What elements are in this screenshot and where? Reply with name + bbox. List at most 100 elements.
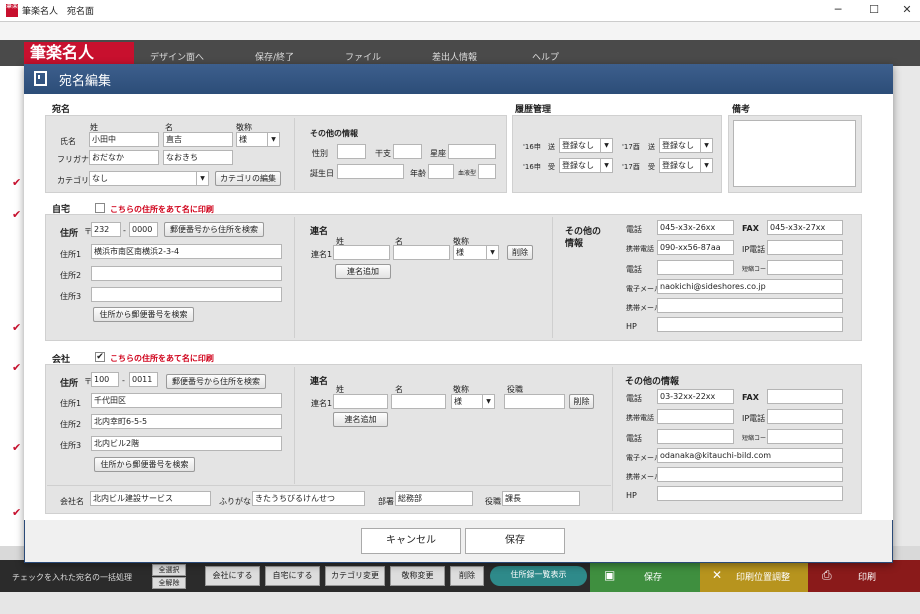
row-check-icon[interactable]: ✔ <box>12 506 21 519</box>
home-addr3-input[interactable] <box>91 287 282 302</box>
home-zip1-input[interactable]: 232 <box>91 222 121 237</box>
to-home-button[interactable]: 自宅にする <box>265 566 320 586</box>
company-tel2-input[interactable] <box>657 429 734 444</box>
company-furi-input[interactable]: きたうちびるけんせつ <box>252 491 365 506</box>
home-hp-label: HP <box>626 322 637 331</box>
home-tel2-input[interactable] <box>657 260 734 275</box>
minimize-button[interactable]: ─ <box>828 3 848 16</box>
row-check-icon[interactable]: ✔ <box>12 361 21 374</box>
menu-sender[interactable]: 差出人情報 <box>432 50 477 63</box>
company-ip-input[interactable] <box>767 409 843 424</box>
home-addr-search-button[interactable]: 住所から郵便番号を検索 <box>93 307 194 322</box>
furi-mei-input[interactable]: なおきち <box>163 150 233 165</box>
company-renmei-delete-button[interactable]: 削除 <box>569 394 594 409</box>
company-zip1-input[interactable]: 100 <box>91 372 119 387</box>
furi-sei-input[interactable]: おだなか <box>89 150 159 165</box>
row-check-icon[interactable]: ✔ <box>12 441 21 454</box>
row-check-icon[interactable]: ✔ <box>12 208 21 221</box>
save-main-button[interactable]: ▣ 保存 <box>590 560 700 592</box>
save-button[interactable]: 保存 <box>465 528 565 554</box>
home-print-checkbox[interactable] <box>95 203 105 213</box>
company-addr1-input[interactable]: 千代田区 <box>91 393 282 408</box>
home-mmail-input[interactable] <box>657 298 843 313</box>
company-renmei-yaku-input[interactable] <box>504 394 565 409</box>
menu-design[interactable]: デザイン面へ <box>150 50 204 63</box>
home-renmei-mei-input[interactable] <box>393 245 450 260</box>
home-mobile-input[interactable]: 090-xx56-87aa <box>657 240 734 255</box>
home-renmei-add-button[interactable]: 連名追加 <box>335 264 391 279</box>
category-edit-button[interactable]: カテゴリの編集 <box>215 171 281 186</box>
company-dept-input[interactable]: 総務部 <box>395 491 473 506</box>
category-change-button[interactable]: カテゴリ変更 <box>325 566 385 586</box>
eto-input[interactable] <box>393 144 422 159</box>
company-mmail-input[interactable] <box>657 467 843 482</box>
company-tel-input[interactable]: 03-32xx-22xx <box>657 389 734 404</box>
menu-save-exit[interactable]: 保存/終了 <box>255 50 294 63</box>
select-all-button[interactable]: 全選択 <box>152 564 186 576</box>
menu-file[interactable]: ファイル <box>345 50 381 63</box>
to-company-button[interactable]: 会社にする <box>205 566 260 586</box>
print-position-button[interactable]: ✕ 印刷位置調整 <box>700 560 808 592</box>
list-view-button[interactable]: 住所録一覧表示 <box>490 566 587 586</box>
seiza-input[interactable] <box>448 144 496 159</box>
age-input[interactable] <box>428 164 454 179</box>
home-fax-input[interactable]: 045-x3x-27xx <box>767 220 843 235</box>
company-title-input[interactable]: 課長 <box>502 491 580 506</box>
history-select[interactable]: 登録なし ▼ <box>659 138 713 153</box>
company-zip2-input[interactable]: 0011 <box>129 372 158 387</box>
company-renmei-add-button[interactable]: 連名追加 <box>333 412 388 427</box>
home-email-input[interactable]: naokichi@sideshores.co.jp <box>657 279 843 294</box>
home-tel-input[interactable]: 045-x3x-26xx <box>657 220 734 235</box>
company-renmei-keisho-select[interactable]: 様 ▼ <box>451 394 495 409</box>
maximize-button[interactable]: ☐ <box>864 3 884 16</box>
keisho-select[interactable]: 様 ▼ <box>236 132 280 147</box>
cancel-button[interactable]: キャンセル <box>361 528 461 554</box>
gender-input[interactable] <box>337 144 366 159</box>
history-select[interactable]: 登録なし ▼ <box>659 158 713 173</box>
deselect-all-button[interactable]: 全解除 <box>152 577 186 589</box>
company-zip-search-button[interactable]: 郵便番号から住所を検索 <box>166 374 266 389</box>
row-check-icon[interactable]: ✔ <box>12 321 21 334</box>
print-button[interactable]: ⎙ 印刷 <box>808 560 920 592</box>
company-name-input[interactable]: 北内ビル建設サービス <box>90 491 211 506</box>
company-fax-input[interactable] <box>767 389 843 404</box>
company-renmei-mei-input[interactable] <box>391 394 446 409</box>
category-select[interactable]: なし ▼ <box>89 171 209 186</box>
home-ip-input[interactable] <box>767 240 843 255</box>
company-addr-search-button[interactable]: 住所から郵便番号を検索 <box>94 457 195 472</box>
menu-help[interactable]: ヘルプ <box>532 50 559 63</box>
company-code-input[interactable] <box>767 429 843 444</box>
history-select[interactable]: 登録なし ▼ <box>559 138 613 153</box>
company-addr2-input[interactable]: 北内幸町6-5-5 <box>91 414 282 429</box>
renmei-row-label: 連名1 <box>311 250 333 259</box>
home-addr1-input[interactable]: 横浜市南区南横浜2-3-4 <box>91 244 282 259</box>
company-renmei-sei-input[interactable] <box>333 394 388 409</box>
home-renmei-delete-button[interactable]: 削除 <box>507 245 533 260</box>
company-email-input[interactable]: odanaka@kitauchi-bild.com <box>657 448 843 463</box>
company-hp-input[interactable] <box>657 486 843 501</box>
company-print-checkbox[interactable]: ✔ <box>95 352 105 362</box>
close-button[interactable]: ✕ <box>897 3 917 16</box>
home-renmei-keisho-select[interactable]: 様 ▼ <box>453 245 499 260</box>
home-fax-label: FAX <box>742 224 759 233</box>
home-hp-input[interactable] <box>657 317 843 332</box>
blood-input[interactable] <box>478 164 496 179</box>
home-code-input[interactable] <box>767 260 843 275</box>
keisho-change-button[interactable]: 敬称変更 <box>390 566 445 586</box>
sei-input[interactable]: 小田中 <box>89 132 159 147</box>
home-addr2-input[interactable] <box>91 266 282 281</box>
history-select[interactable]: 登録なし ▼ <box>559 158 613 173</box>
home-addr3-label: 住所3 <box>60 292 82 301</box>
dialog-title: 宛名編集 <box>59 74 112 89</box>
company-addr3-input[interactable]: 北内ビル2階 <box>91 436 282 451</box>
memo-textarea[interactable] <box>733 120 856 187</box>
birthday-input[interactable] <box>337 164 404 179</box>
row-check-icon[interactable]: ✔ <box>12 176 21 189</box>
eto-label: 干支 <box>375 149 391 158</box>
bulk-delete-button[interactable]: 削除 <box>450 566 484 586</box>
company-mobile-input[interactable] <box>657 409 734 424</box>
home-renmei-sei-input[interactable] <box>333 245 390 260</box>
mei-input[interactable]: 直吉 <box>163 132 233 147</box>
home-zip2-input[interactable]: 0000 <box>129 222 158 237</box>
home-zip-search-button[interactable]: 郵便番号から住所を検索 <box>164 222 264 237</box>
